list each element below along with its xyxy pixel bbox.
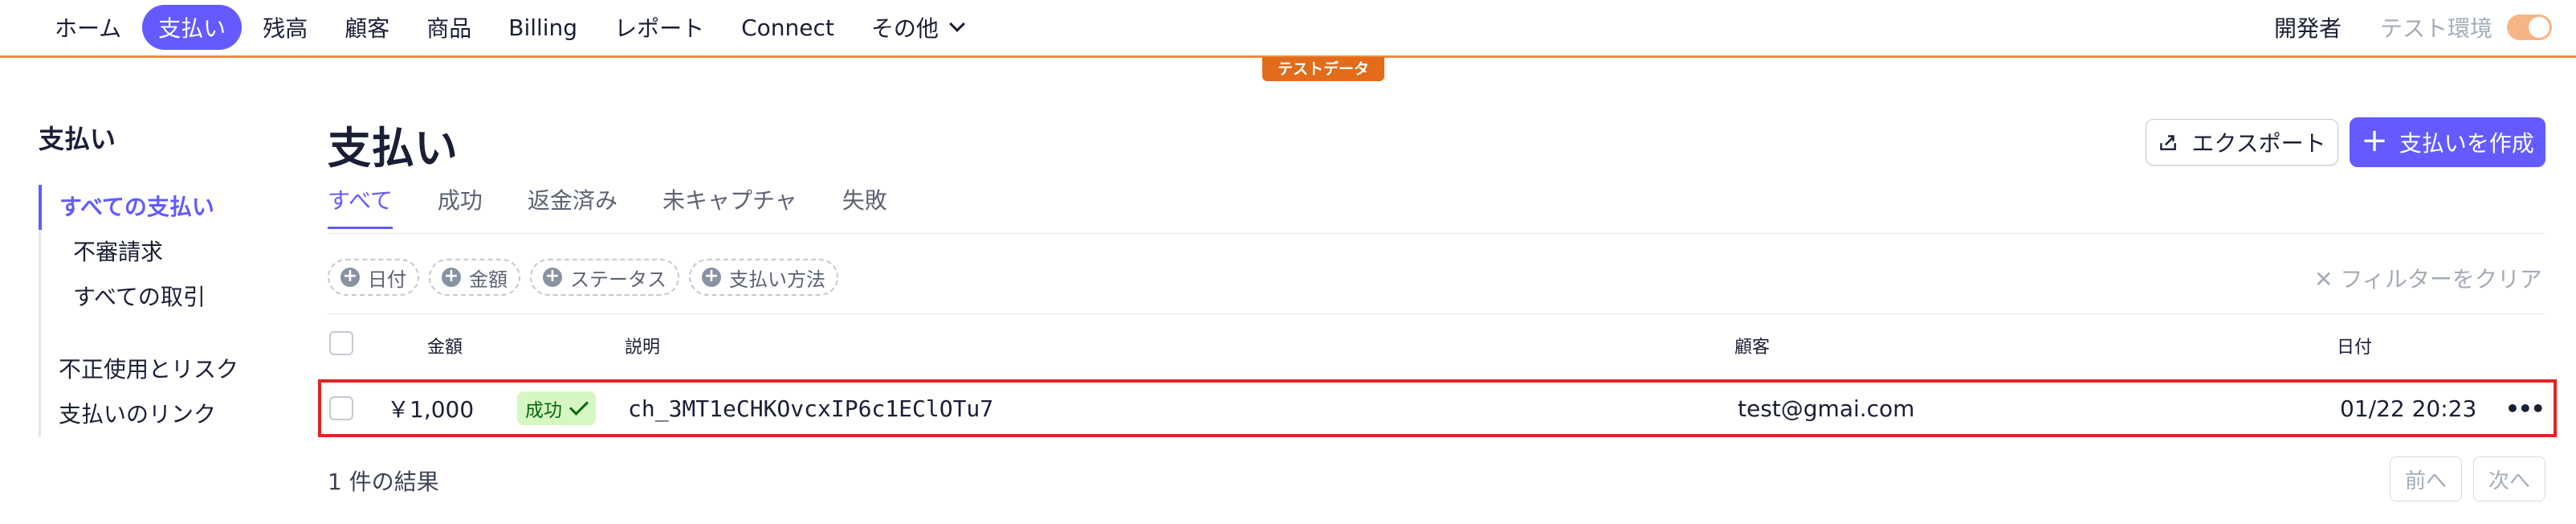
clear-filters-button[interactable]: ✕ フィルターをクリア — [2314, 262, 2542, 294]
filter-date[interactable]: + 日付 — [328, 259, 419, 296]
nav-item-more[interactable]: その他 — [855, 5, 979, 50]
select-all-checkbox[interactable] — [329, 331, 353, 355]
test-data-badge: テストデータ — [1262, 57, 1384, 81]
column-customer[interactable]: 顧客 — [1734, 333, 1770, 358]
table-header: 金額 説明 顧客 日付 — [328, 321, 2545, 365]
create-payment-button[interactable]: + 支払いを作成 — [2350, 117, 2545, 167]
plus-icon: + — [2361, 122, 2388, 159]
sidebar-item-disputes[interactable]: 不審請求 — [41, 230, 279, 275]
nav-item-billing[interactable]: Billing — [492, 8, 593, 47]
sidebar-item-all-payments[interactable]: すべての支払い — [39, 185, 279, 230]
filter-status[interactable]: + ステータス — [530, 259, 679, 296]
close-icon: ✕ — [2314, 266, 2341, 293]
tab-failed[interactable]: 失敗 — [842, 183, 887, 229]
status-badge: 成功 — [517, 391, 596, 425]
status-label: 成功 — [525, 400, 562, 421]
nav-more-label: その他 — [870, 15, 939, 42]
sidebar: 支払い すべての支払い 不審請求 すべての取引 不正使用とリスク 支払いのリンク — [39, 119, 279, 437]
column-amount[interactable]: 金額 — [427, 333, 463, 358]
checkmark-icon — [569, 395, 589, 416]
nav-item-payments[interactable]: 支払い — [142, 5, 243, 50]
more-actions-icon[interactable]: ••• — [2505, 383, 2545, 434]
table-row[interactable]: ￥1,000 成功 ch_3MT1eCHKOvcxIP6c1EClOTu7 te… — [318, 379, 2557, 437]
nav-menu: ホーム 支払い 残高 顧客 商品 Billing レポート Connect その… — [39, 0, 984, 55]
page-title: 支払い — [328, 123, 458, 174]
filters-divider — [328, 313, 2545, 314]
export-button[interactable]: エクスポート — [2146, 119, 2338, 166]
sidebar-item-all-transactions[interactable]: すべての取引 — [41, 275, 279, 320]
row-checkbox[interactable] — [329, 396, 353, 420]
previous-page-button[interactable]: 前へ — [2390, 456, 2462, 501]
tab-uncaptured[interactable]: 未キャプチャ — [662, 183, 797, 229]
filter-amount-label: 金額 — [469, 268, 507, 291]
row-amount: ￥1,000 — [387, 396, 475, 423]
sidebar-item-fraud-risk[interactable]: 不正使用とリスク — [41, 347, 279, 392]
toggle-knob — [2529, 17, 2550, 38]
result-count: 1 件の結果 — [328, 469, 439, 495]
nav-item-home[interactable]: ホーム — [39, 5, 137, 50]
next-page-button[interactable]: 次へ — [2473, 456, 2545, 501]
filter-date-label: 日付 — [368, 268, 406, 291]
test-mode-toggle[interactable] — [2507, 14, 2552, 40]
export-label: エクスポート — [2191, 130, 2326, 157]
plus-circle-icon: + — [702, 268, 721, 287]
tab-succeeded[interactable]: 成功 — [438, 183, 483, 229]
sidebar-group: すべての支払い 不審請求 すべての取引 不正使用とリスク 支払いのリンク — [39, 185, 279, 437]
create-payment-label: 支払いを作成 — [2399, 130, 2534, 157]
nav-right: 開発者 テスト環境 — [2274, 0, 2552, 55]
chevron-down-icon — [949, 16, 965, 32]
row-status-cell: 成功 — [517, 383, 596, 434]
sidebar-title: 支払い — [39, 124, 116, 154]
nav-item-products[interactable]: 商品 — [410, 5, 487, 50]
export-icon — [2160, 135, 2177, 150]
column-description[interactable]: 説明 — [625, 333, 660, 358]
status-tabs: すべて 成功 返金済み 未キャプチャ 失敗 — [328, 183, 932, 229]
row-customer: test@gmai.com — [1738, 395, 1915, 422]
row-checkbox-cell — [329, 383, 353, 434]
nav-item-balances[interactable]: 残高 — [247, 5, 324, 50]
filter-bar: + 日付 + 金額 + ステータス + 支払い方法 — [328, 259, 848, 296]
filter-status-label: ステータス — [570, 268, 666, 291]
filter-amount[interactable]: + 金額 — [429, 259, 520, 296]
plus-circle-icon: + — [543, 268, 562, 287]
filter-payment-method[interactable]: + 支払い方法 — [689, 259, 838, 296]
column-date[interactable]: 日付 — [2337, 333, 2372, 358]
nav-item-reports[interactable]: レポート — [598, 5, 720, 50]
plus-circle-icon: + — [340, 268, 360, 287]
nav-item-connect[interactable]: Connect — [725, 8, 850, 47]
tabs-divider — [328, 233, 2545, 234]
top-navigation: ホーム 支払い 残高 顧客 商品 Billing レポート Connect その… — [0, 0, 2576, 55]
plus-circle-icon: + — [442, 268, 461, 287]
row-description: ch_3MT1eCHKOvcxIP6c1EClOTu7 — [628, 395, 994, 422]
filter-payment-method-label: 支払い方法 — [729, 268, 825, 291]
clear-filters-label: フィルターをクリア — [2340, 266, 2542, 293]
nav-item-customers[interactable]: 顧客 — [328, 5, 406, 50]
row-date: 01/22 20:23 — [2340, 395, 2477, 422]
developers-link[interactable]: 開発者 — [2274, 11, 2342, 43]
sidebar-item-payment-links[interactable]: 支払いのリンク — [41, 392, 279, 437]
tab-refunded[interactable]: 返金済み — [528, 183, 618, 229]
test-mode-label: テスト環境 — [2379, 15, 2492, 42]
tab-all[interactable]: すべて — [328, 183, 393, 229]
